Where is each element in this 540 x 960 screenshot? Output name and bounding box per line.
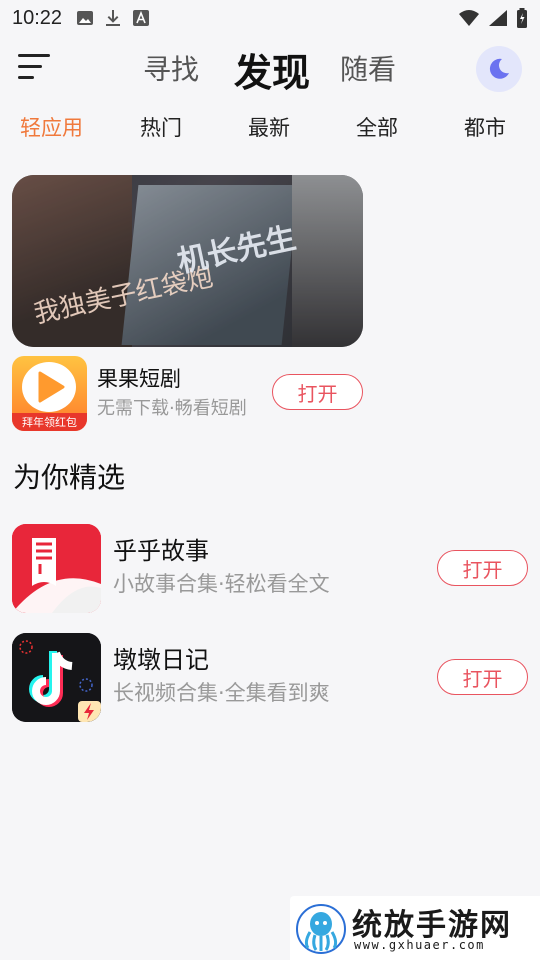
dundun-diary-app-icon[interactable]	[12, 633, 101, 722]
download-icon	[106, 10, 121, 26]
play-icon	[38, 371, 65, 403]
watermark: 统放手游网 www.gxhuaer.com	[290, 896, 540, 960]
top-nav: 寻找 发现 随看	[0, 40, 540, 96]
tab-discover[interactable]: 发现	[234, 42, 310, 97]
category-light-apps[interactable]: 轻应用	[20, 112, 83, 142]
section-title: 为你精选	[13, 461, 126, 494]
featured-app-name[interactable]: 果果短剧	[97, 363, 181, 393]
status-right-icons	[458, 8, 528, 28]
app-name[interactable]: 墩墩日记	[113, 640, 209, 675]
battery-icon	[517, 8, 527, 28]
category-all[interactable]: 全部	[356, 112, 398, 142]
signal-icon	[489, 10, 507, 26]
wifi-icon	[459, 10, 479, 26]
moon-icon	[489, 58, 509, 79]
watermark-url: www.gxhuaer.com	[354, 938, 485, 952]
category-tabs: 轻应用 热门 最新 全部 都市	[0, 112, 540, 146]
book-icon	[12, 524, 101, 613]
tab-browse[interactable]: 随看	[340, 48, 396, 88]
open-button[interactable]: 打开	[437, 659, 528, 695]
app-name[interactable]: 乎乎故事	[113, 531, 209, 566]
status-bar: 10:22	[0, 0, 540, 36]
category-latest[interactable]: 最新	[248, 112, 290, 142]
music-note-icon	[12, 633, 101, 722]
featured-banner[interactable]: 我独美子红袋炮 机长先生	[12, 175, 363, 347]
featured-ribbon: 拜年领红包	[12, 413, 87, 431]
dark-mode-toggle[interactable]	[476, 46, 522, 92]
image-icon	[77, 11, 94, 25]
menu-icon[interactable]	[18, 54, 50, 82]
status-left-icons	[76, 9, 150, 27]
a-icon	[133, 10, 150, 26]
octopus-logo-icon	[296, 904, 346, 954]
category-hot[interactable]: 热门	[140, 112, 182, 142]
guoguo-app-icon[interactable]: 拜年领红包	[12, 356, 87, 431]
status-time: 10:22	[12, 6, 63, 29]
app-description: 长视频合集·全集看到爽	[113, 681, 330, 705]
featured-app-description: 无需下载·畅看短剧	[97, 398, 247, 419]
category-urban[interactable]: 都市	[464, 112, 506, 142]
tab-find[interactable]: 寻找	[143, 48, 199, 88]
open-button[interactable]: 打开	[437, 550, 528, 586]
featured-open-button[interactable]: 打开	[272, 374, 363, 410]
huhu-story-app-icon[interactable]	[12, 524, 101, 613]
app-description: 小故事合集·轻松看全文	[113, 572, 330, 596]
